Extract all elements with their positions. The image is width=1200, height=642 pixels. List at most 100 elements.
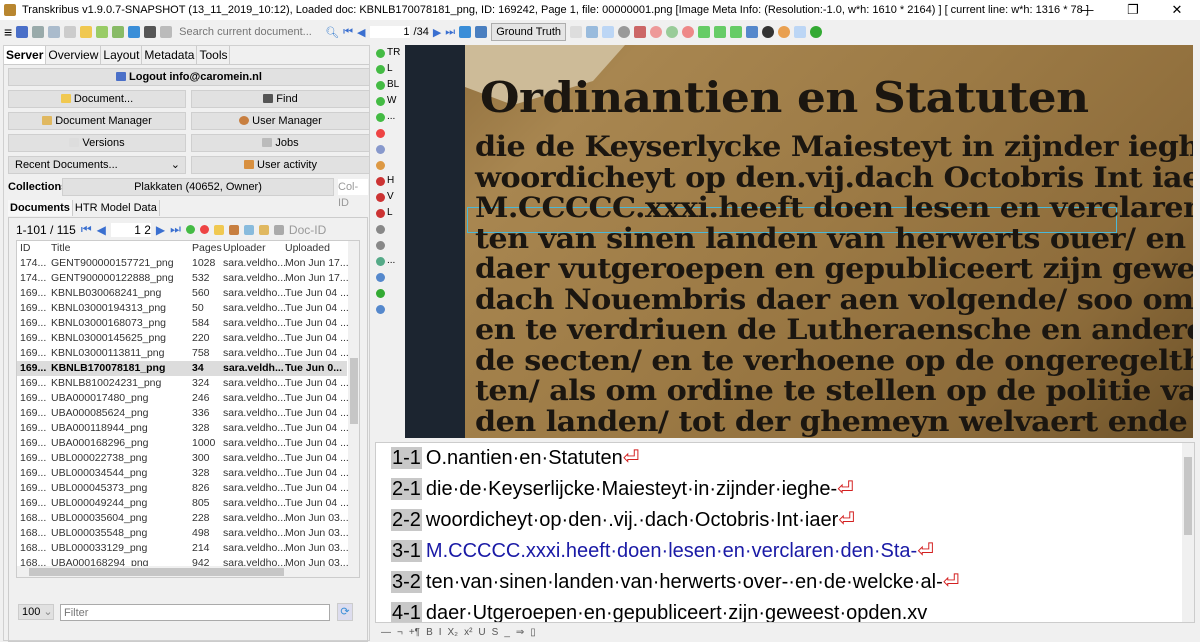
transcription-line[interactable]: 2-1 die·de·Keyserlijcke·Maiesteyt·in·zijn… (391, 474, 854, 504)
merge-icon[interactable] (372, 141, 404, 157)
page-icon[interactable] (586, 26, 599, 38)
prev-page-icon[interactable]: ◀ (357, 26, 365, 39)
search-icon[interactable]: 🔍︎ (325, 26, 339, 39)
transcription-editor[interactable]: 1-1 O.nantien·en·Statuten⏎ 2-1 die·de·Keyse… (375, 442, 1195, 623)
folder-add-icon[interactable] (96, 26, 109, 38)
vertical-scrollbar[interactable] (348, 241, 359, 577)
tab-server[interactable]: Server (4, 46, 47, 64)
split-horizontal-icon[interactable]: H (372, 173, 404, 189)
filter-input[interactable] (60, 604, 330, 621)
panel-button[interactable]: ▯ (530, 627, 536, 638)
page-size-select[interactable]: 100 ⌄ (18, 604, 54, 620)
table-row[interactable]: 174... GENT900000122888_png 532 sara.veldho… (17, 271, 349, 286)
pilcrow-button[interactable]: +¶ (409, 627, 420, 638)
join-icon[interactable] (372, 221, 404, 237)
user-manager-button[interactable]: User Manager (191, 112, 370, 130)
duplicate-icon[interactable] (243, 224, 254, 235)
transcription-line[interactable]: 3-1 M.CCCCC.xxxi.heeft·doen·lesen·en·verc… (391, 536, 934, 566)
table-row[interactable]: 168... UBL000035604_png 228 sara.veldho... M… (17, 511, 349, 526)
add-line-icon[interactable]: L (372, 61, 404, 77)
vertical-scrollbar[interactable] (1182, 443, 1194, 622)
save-icon[interactable] (475, 26, 488, 38)
doc-id-input[interactable]: Doc-ID (289, 223, 326, 237)
eye-icon[interactable] (618, 26, 631, 38)
prev-page-icon[interactable]: ◀ (97, 223, 106, 237)
table-row[interactable]: 169... KBNL03000168073_png 584 sara.veldho.… (17, 316, 349, 331)
transcription-line[interactable]: 2-2 woordicheyt·op·den·.vij.·dach·Octobri… (391, 505, 855, 535)
first-page-icon[interactable]: ⏮ (81, 222, 92, 237)
table-row[interactable]: 169... KBNLB810024231_png 324 sara.veldho..… (17, 376, 349, 391)
search-input[interactable] (176, 23, 322, 41)
table-row[interactable]: 169... UBA000017480_png 246 sara.veldho... T… (17, 391, 349, 406)
table-row[interactable]: 169... UBL000022738_png 300 sara.veldho... T… (17, 451, 349, 466)
jobs-button[interactable]: Jobs (191, 134, 370, 152)
split-icon[interactable] (372, 157, 404, 173)
next-page-icon[interactable]: ▶ (433, 26, 441, 39)
scrollbar-thumb[interactable] (1184, 457, 1192, 535)
column-title[interactable]: Title (51, 241, 70, 256)
transcription-line[interactable]: 1-1 O.nantien·en·Statuten⏎ (391, 443, 639, 473)
horizontal-scrollbar[interactable] (17, 566, 348, 577)
superscript-button[interactable]: x² (464, 627, 472, 638)
split-vertical-icon[interactable]: V (372, 189, 404, 205)
tab-overview[interactable]: Overview (46, 46, 102, 64)
zoom-fit-icon[interactable] (666, 26, 679, 38)
small-icon[interactable] (64, 26, 77, 38)
binoculars-icon[interactable] (144, 26, 157, 38)
table-row[interactable]: 169... KBNLB170078181_png 34 sara.veldh... T… (17, 361, 347, 376)
zoom-in-icon[interactable] (650, 26, 663, 38)
user-activity-button[interactable]: User activity (191, 156, 370, 174)
transcription-line[interactable]: 4-1 daer·Utgeroepen·en·gepubliceert·zijn·… (391, 598, 927, 622)
table-row[interactable]: 169... KBNL03000194313_png 50 sara.veldho..… (17, 301, 349, 316)
recent-documents-dropdown[interactable]: Recent Documents... ⌄ (8, 156, 186, 174)
add-more-icon[interactable]: ... (372, 109, 404, 125)
copy-layer-icon[interactable] (746, 26, 759, 38)
status-select[interactable]: Ground Truth (491, 23, 567, 41)
fit-width-icon[interactable] (714, 26, 727, 38)
bug-icon[interactable] (810, 26, 823, 38)
pen-icon[interactable] (16, 26, 29, 38)
contrast-icon[interactable] (762, 26, 775, 38)
zoom-line-icon[interactable] (634, 26, 647, 38)
tab-tools[interactable]: Tools (197, 46, 231, 64)
bold-button[interactable]: B (426, 627, 433, 638)
column-uploader[interactable]: Uploader (223, 241, 266, 256)
table-row[interactable]: 169... UBA000118944_png 328 sara.veldho... T… (17, 421, 349, 436)
edit-more-icon[interactable]: ... (372, 253, 404, 269)
tab-documents[interactable]: Documents (8, 200, 73, 216)
palette-icon[interactable] (778, 26, 791, 38)
versions-button[interactable]: Versions (8, 134, 186, 152)
maximize-button[interactable]: ❐ (1110, 0, 1156, 20)
table-icon[interactable] (372, 237, 404, 253)
scrollbar-thumb[interactable] (29, 568, 284, 576)
minimize-button[interactable]: — (1064, 0, 1110, 20)
last-page-icon[interactable]: ⏭ (445, 26, 455, 39)
copy-icon[interactable] (570, 26, 583, 38)
undo-icon[interactable] (372, 285, 404, 301)
zoom-out-icon[interactable] (682, 26, 695, 38)
table-row[interactable]: 168... UBL000035548_png 498 sara.veldho... M… (17, 526, 349, 541)
collection-selector[interactable]: Plakkaten (40652, Owner) (62, 178, 334, 196)
close-button[interactable]: ✕ (1154, 0, 1200, 20)
folder-icon[interactable] (80, 26, 93, 38)
folder-export-icon[interactable] (112, 26, 125, 38)
table-row[interactable]: 169... KBNLB030068241_png 560 sara.veldho..… (17, 286, 349, 301)
doc-page-input[interactable]: 1 2 (110, 222, 151, 237)
reload-icon[interactable] (459, 26, 472, 38)
placeholder-button[interactable]: _ (504, 627, 510, 638)
find-button[interactable]: Find (191, 90, 370, 108)
table-row[interactable]: 168... UBL000033129_png 214 sara.veldho... M… (17, 541, 349, 556)
fit-page-icon[interactable] (698, 26, 711, 38)
table-row[interactable]: 169... UBL000034544_png 328 sara.veldho... T… (17, 466, 349, 481)
refresh-icon[interactable] (128, 26, 141, 38)
tab-htr-model-data[interactable]: HTR Model Data (73, 200, 160, 216)
delete-shape-icon[interactable] (372, 125, 404, 141)
next-page-icon[interactable]: ▶ (156, 223, 165, 237)
user-icon[interactable] (228, 224, 239, 235)
subscript-button[interactable]: X₂ (448, 627, 459, 638)
last-page-icon[interactable]: ⏭ (170, 222, 181, 237)
edit-doc-icon[interactable] (258, 224, 269, 235)
help-icon[interactable] (372, 301, 404, 317)
link-icon[interactable] (372, 269, 404, 285)
table-row[interactable]: 169... UBL000049244_png 805 sara.veldho... T… (17, 496, 349, 511)
